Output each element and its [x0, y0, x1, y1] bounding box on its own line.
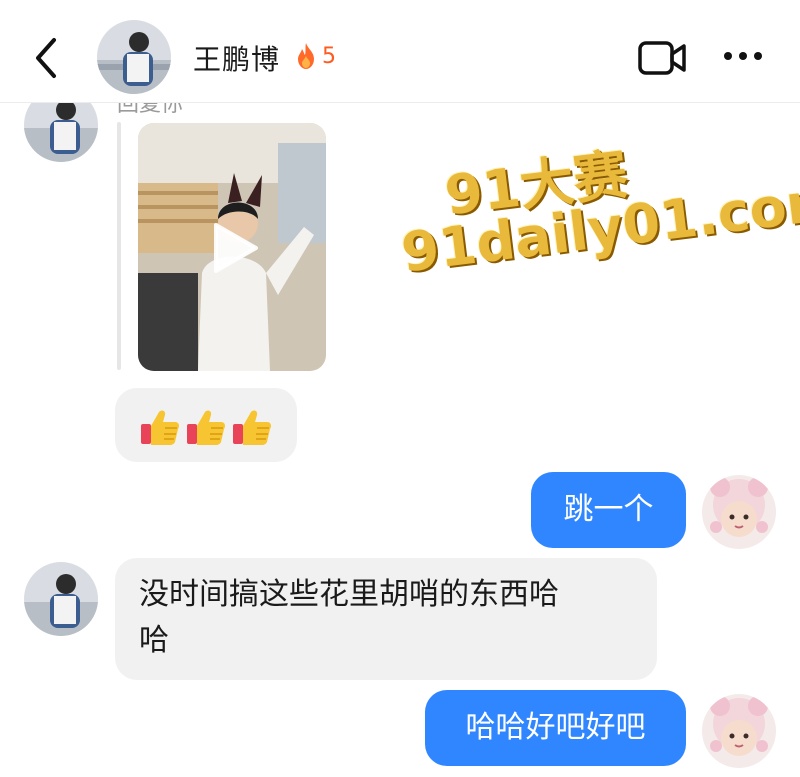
video-camera-icon	[638, 41, 686, 75]
play-icon	[214, 223, 258, 273]
thumbs-up-emoji	[233, 410, 271, 445]
streak-count: 5	[322, 44, 336, 69]
contact-avatar[interactable]	[97, 20, 171, 94]
message-text-line: 哈	[139, 623, 169, 658]
my-avatar[interactable]	[702, 694, 776, 768]
chat-header: 王鹏博 5	[0, 0, 800, 103]
more-button[interactable]	[722, 48, 764, 64]
outgoing-message-bubble[interactable]: 跳一个	[531, 472, 686, 548]
thumbs-up-emoji	[187, 410, 225, 445]
video-call-button[interactable]	[638, 40, 688, 76]
contact-avatar[interactable]	[24, 562, 98, 636]
thumbs-up-emoji	[141, 410, 179, 445]
quote-line	[117, 122, 121, 370]
watermark-line-2: 91daily01.com	[398, 167, 800, 285]
outgoing-message-bubble[interactable]: 哈哈好吧好吧	[425, 690, 686, 766]
my-avatar[interactable]	[702, 475, 776, 549]
emoji-message-bubble[interactable]	[115, 388, 297, 462]
fire-icon	[298, 43, 314, 69]
back-button[interactable]	[28, 34, 68, 82]
video-message-thumbnail[interactable]	[138, 123, 326, 371]
incoming-message-bubble[interactable]: 没时间搞这些花里胡哨的东西哈 哈	[115, 558, 657, 680]
more-horizontal-icon	[724, 52, 762, 60]
contact-name[interactable]: 王鹏博	[193, 38, 280, 78]
message-text-line: 没时间搞这些花里胡哨的东西哈	[139, 577, 559, 612]
watermark-line-1: 91大赛	[441, 142, 632, 228]
chevron-left-icon	[36, 38, 56, 78]
chat-screen: 王鹏博 5 回复你 跳一个 没时间搞这些花里胡哨的东西哈 哈 哈哈好吧好吧 91…	[0, 0, 800, 777]
